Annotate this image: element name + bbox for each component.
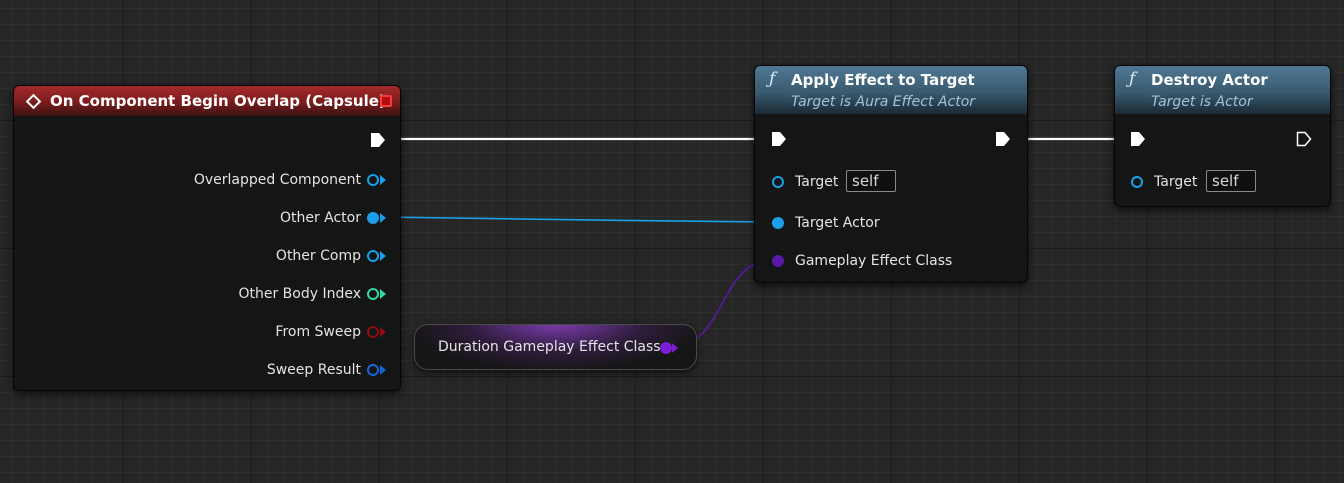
function-icon: ƒ (1129, 69, 1136, 89)
target-self-input[interactable]: self (1206, 170, 1256, 192)
exec-in-pin-icon[interactable] (771, 131, 787, 147)
pin-arrow-icon (672, 343, 678, 353)
class-pin-icon[interactable] (660, 342, 672, 354)
pin-label-other-actor: Other Actor (279, 210, 361, 226)
pin-label-other-body-index: Other Body Index (238, 286, 361, 302)
pin-arrow-icon (380, 365, 386, 375)
exec-out-pin-icon[interactable] (1296, 131, 1312, 147)
target-label: Target (795, 174, 839, 190)
target-pin-icon[interactable] (772, 176, 784, 188)
apply-node-header[interactable]: ƒ Apply Effect to Target Target is Aura … (755, 66, 1027, 114)
variable-node-label: Duration Gameplay Effect Class (438, 339, 661, 355)
pin-label-sweep-result: Sweep Result (266, 362, 361, 378)
destroy-node-title: Destroy Actor (1151, 71, 1268, 89)
exec-out-pin-icon[interactable] (995, 131, 1011, 147)
apply-node-title: Apply Effect to Target (791, 71, 975, 89)
variable-node-duration-effect-class[interactable]: Duration Gameplay Effect Class (414, 324, 697, 370)
pin-label-other-comp: Other Comp (275, 248, 361, 264)
destroy-node-subtitle: Target is Actor (1151, 94, 1253, 110)
destroy-node-header[interactable]: ƒ Destroy Actor Target is Actor (1115, 66, 1330, 114)
pin-label-from-sweep: From Sweep (275, 324, 361, 340)
exec-out-pin-icon[interactable] (370, 132, 386, 148)
event-node-title: On Component Begin Overlap (Capsule) (50, 92, 386, 110)
gameplay-effect-class-pin-icon[interactable] (772, 255, 784, 267)
object-wire-other-actor[interactable] (381, 216, 772, 223)
delegate-square-icon[interactable] (380, 95, 392, 107)
target-actor-label: Target Actor (795, 215, 880, 231)
actor-pin-icon[interactable] (367, 212, 379, 224)
gameplay-effect-class-label: Gameplay Effect Class (795, 253, 953, 269)
target-pin-icon[interactable] (1131, 176, 1143, 188)
pin-arrow-icon (380, 175, 386, 185)
target-label: Target (1154, 174, 1198, 190)
object-pin-icon[interactable] (367, 174, 379, 186)
event-diamond-icon (25, 93, 42, 110)
exec-in-pin-icon[interactable] (1130, 131, 1146, 147)
pin-arrow-icon (380, 213, 386, 223)
pin-arrow-icon (380, 251, 386, 261)
function-node-apply-effect[interactable]: ƒ Apply Effect to Target Target is Aura … (754, 65, 1028, 283)
object-pin-icon[interactable] (367, 250, 379, 262)
struct-pin-icon[interactable] (367, 364, 379, 376)
function-node-destroy-actor[interactable]: ƒ Destroy Actor Target is Actor Target s… (1114, 65, 1331, 207)
event-node-begin-overlap[interactable]: On Component Begin Overlap (Capsule) Ove… (13, 85, 401, 391)
pin-arrow-icon (380, 327, 386, 337)
pin-arrow-icon (380, 289, 386, 299)
boolean-pin-icon[interactable] (367, 326, 379, 338)
integer-pin-icon[interactable] (367, 288, 379, 300)
function-icon: ƒ (769, 69, 776, 89)
apply-node-subtitle: Target is Aura Effect Actor (791, 94, 976, 110)
target-actor-pin-icon[interactable] (772, 217, 784, 229)
pin-label-overlapped-component: Overlapped Component (193, 172, 361, 188)
event-node-header[interactable]: On Component Begin Overlap (Capsule) (14, 86, 400, 116)
target-self-input[interactable]: self (846, 170, 896, 192)
